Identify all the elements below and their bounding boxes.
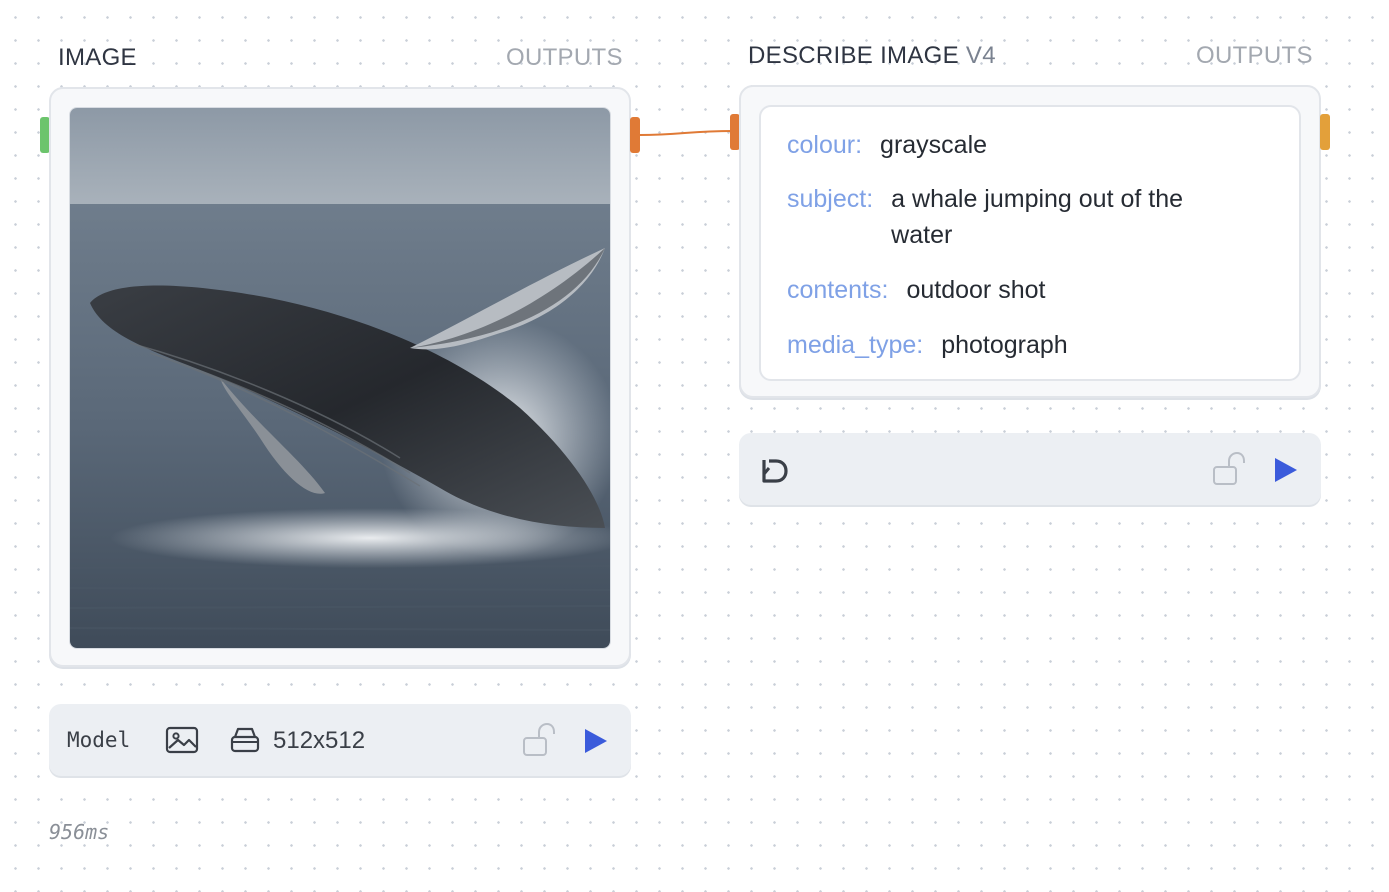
resolution-label[interactable]: 512x512	[273, 727, 365, 755]
generated-image	[69, 107, 611, 649]
describe-node-title: DESCRIBE IMAGE V4	[748, 42, 996, 70]
field-value: photograph	[941, 331, 1068, 359]
field-value: grayscale	[880, 131, 988, 159]
image-node-title: IMAGE	[58, 44, 137, 71]
field-colour: colour: grayscale	[787, 127, 1279, 163]
field-contents: contents: outdoor shot	[787, 272, 1279, 308]
whale-image	[70, 108, 610, 648]
unlock-icon[interactable]	[521, 722, 557, 758]
describe-node-title-text: DESCRIBE IMAGE	[748, 42, 959, 69]
play-icon[interactable]	[1271, 456, 1299, 484]
field-key: media_type:	[787, 331, 924, 359]
model-button[interactable]: Model	[67, 728, 130, 752]
describe-node-version: V4	[965, 42, 996, 69]
field-subject: subject: a whale jumping out of the wate…	[787, 181, 1279, 253]
image-icon[interactable]	[165, 726, 199, 754]
description-output: colour: grayscale subject: a whale jumpi…	[759, 105, 1301, 381]
image-node-card	[49, 87, 631, 667]
unlock-icon[interactable]	[1211, 451, 1247, 487]
field-value: outdoor shot	[906, 276, 1046, 304]
image-node-output-handle[interactable]	[630, 117, 640, 153]
execution-time: 956ms	[49, 820, 110, 844]
image-node-outputs-label: OUTPUTS	[506, 44, 623, 71]
describe-node-card: colour: grayscale subject: a whale jumpi…	[739, 85, 1321, 398]
storage-icon[interactable]	[229, 725, 261, 755]
describe-node-outputs-label: OUTPUTS	[1196, 42, 1313, 69]
field-value: a whale jumping out of the water	[891, 185, 1184, 249]
image-node-toolbar: Model 512x512	[49, 704, 631, 776]
field-key: contents:	[787, 276, 889, 304]
describe-node-output-handle[interactable]	[1320, 114, 1330, 150]
reset-icon[interactable]	[759, 454, 791, 486]
field-key: colour:	[787, 131, 863, 159]
field-media-type: media_type: photograph	[787, 327, 1279, 363]
describe-node-toolbar	[739, 433, 1321, 505]
field-key: subject:	[787, 185, 874, 213]
play-icon[interactable]	[581, 727, 609, 755]
